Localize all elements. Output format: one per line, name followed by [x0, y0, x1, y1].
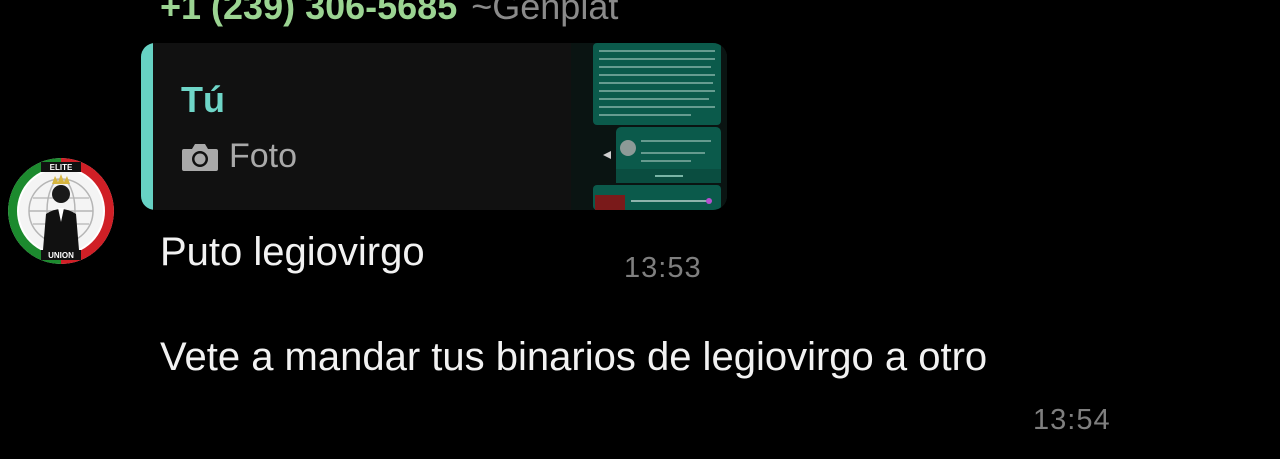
avatar-top-text: ELITE: [50, 163, 73, 172]
message-text-line-2: Vete a mandar tus binarios de legiovirgo…: [160, 335, 988, 379]
avatar-logo-image: ELITE UNION: [8, 158, 114, 264]
camera-icon: [181, 142, 219, 172]
avatar[interactable]: ELITE UNION: [8, 158, 114, 264]
quote-media-label: Foto: [229, 137, 298, 175]
sender-alias: ~Genplat: [471, 0, 619, 27]
quote-author: Tú: [181, 79, 225, 120]
quote-media-type: Foto: [181, 137, 297, 176]
sender-phone[interactable]: +1 (239) 306-5685: [160, 0, 457, 27]
message-text-line-1: Puto legiovirgo: [160, 230, 425, 274]
quoted-message[interactable]: Tú Foto: [141, 43, 727, 210]
quote-accent-bar: [141, 43, 153, 210]
message-timestamp-2: 13:54: [1033, 404, 1111, 436]
sender-header[interactable]: +1 (239) 306-5685 ~Genplat: [160, 0, 618, 28]
message-timestamp-1: 13:53: [624, 252, 702, 284]
quote-thumbnail: [571, 43, 727, 210]
avatar-bottom-text: UNION: [48, 251, 74, 260]
